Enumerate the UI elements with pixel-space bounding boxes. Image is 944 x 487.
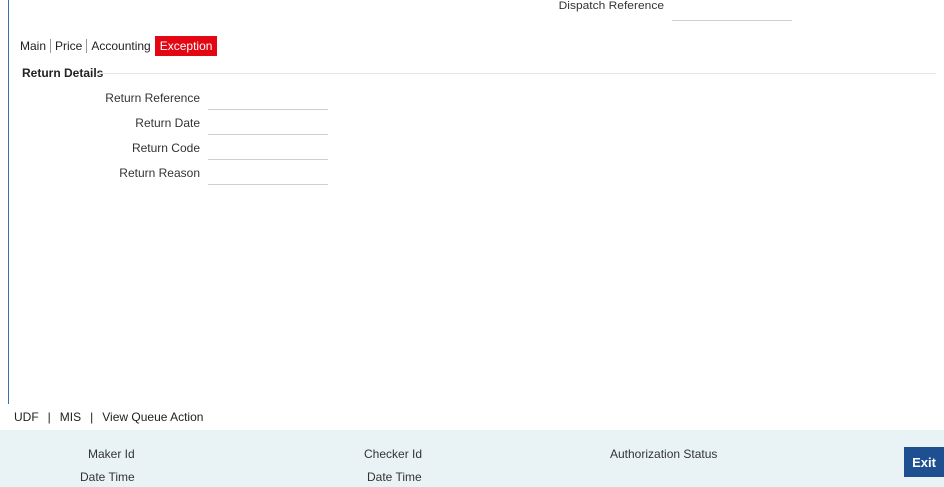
view-queue-action-link[interactable]: View Queue Action — [102, 410, 203, 424]
exit-button[interactable]: Exit — [904, 447, 944, 477]
return-date-label: Return Date — [135, 116, 200, 130]
return-reference-input[interactable] — [208, 88, 328, 110]
return-code-row: Return Code — [0, 138, 340, 160]
tab-bar: Main Price Accounting Exception — [16, 36, 218, 56]
return-date-row: Return Date — [0, 113, 340, 135]
udf-link[interactable]: UDF — [14, 410, 39, 424]
return-code-input[interactable] — [208, 138, 328, 160]
maker-date-time-label: Date Time — [80, 470, 135, 484]
tab-main[interactable]: Main — [16, 36, 50, 56]
return-code-label: Return Code — [131, 141, 200, 155]
checker-date-time-label: Date Time — [367, 470, 422, 484]
audit-bar: Maker Id Date Time Checker Id Date Time … — [0, 430, 944, 487]
return-reason-input[interactable] — [208, 163, 328, 185]
checker-id-label: Checker Id — [364, 447, 423, 461]
return-date-input[interactable] — [208, 113, 328, 135]
maker-id-label: Maker Id — [88, 447, 135, 461]
footer-links-bar: UDF | MIS | View Queue Action — [0, 404, 944, 430]
return-reason-row: Return Reason — [0, 163, 340, 185]
section-divider — [96, 73, 936, 74]
dispatch-reference-label: Dispatch Reference — [558, 0, 664, 12]
return-details-title: Return Details — [22, 66, 104, 80]
tab-price[interactable]: Price — [51, 36, 86, 56]
left-border-rule — [8, 0, 9, 405]
return-reason-label: Return Reason — [119, 166, 200, 180]
dispatch-reference-field[interactable] — [672, 20, 792, 21]
mis-link[interactable]: MIS — [60, 410, 81, 424]
return-reference-label: Return Reference — [105, 91, 200, 105]
link-separator: | — [47, 410, 51, 424]
tab-exception[interactable]: Exception — [154, 36, 218, 56]
return-reference-row: Return Reference — [0, 88, 340, 110]
tab-accounting[interactable]: Accounting — [87, 36, 154, 56]
authorization-status-label: Authorization Status — [610, 447, 718, 461]
link-separator: | — [90, 410, 94, 424]
